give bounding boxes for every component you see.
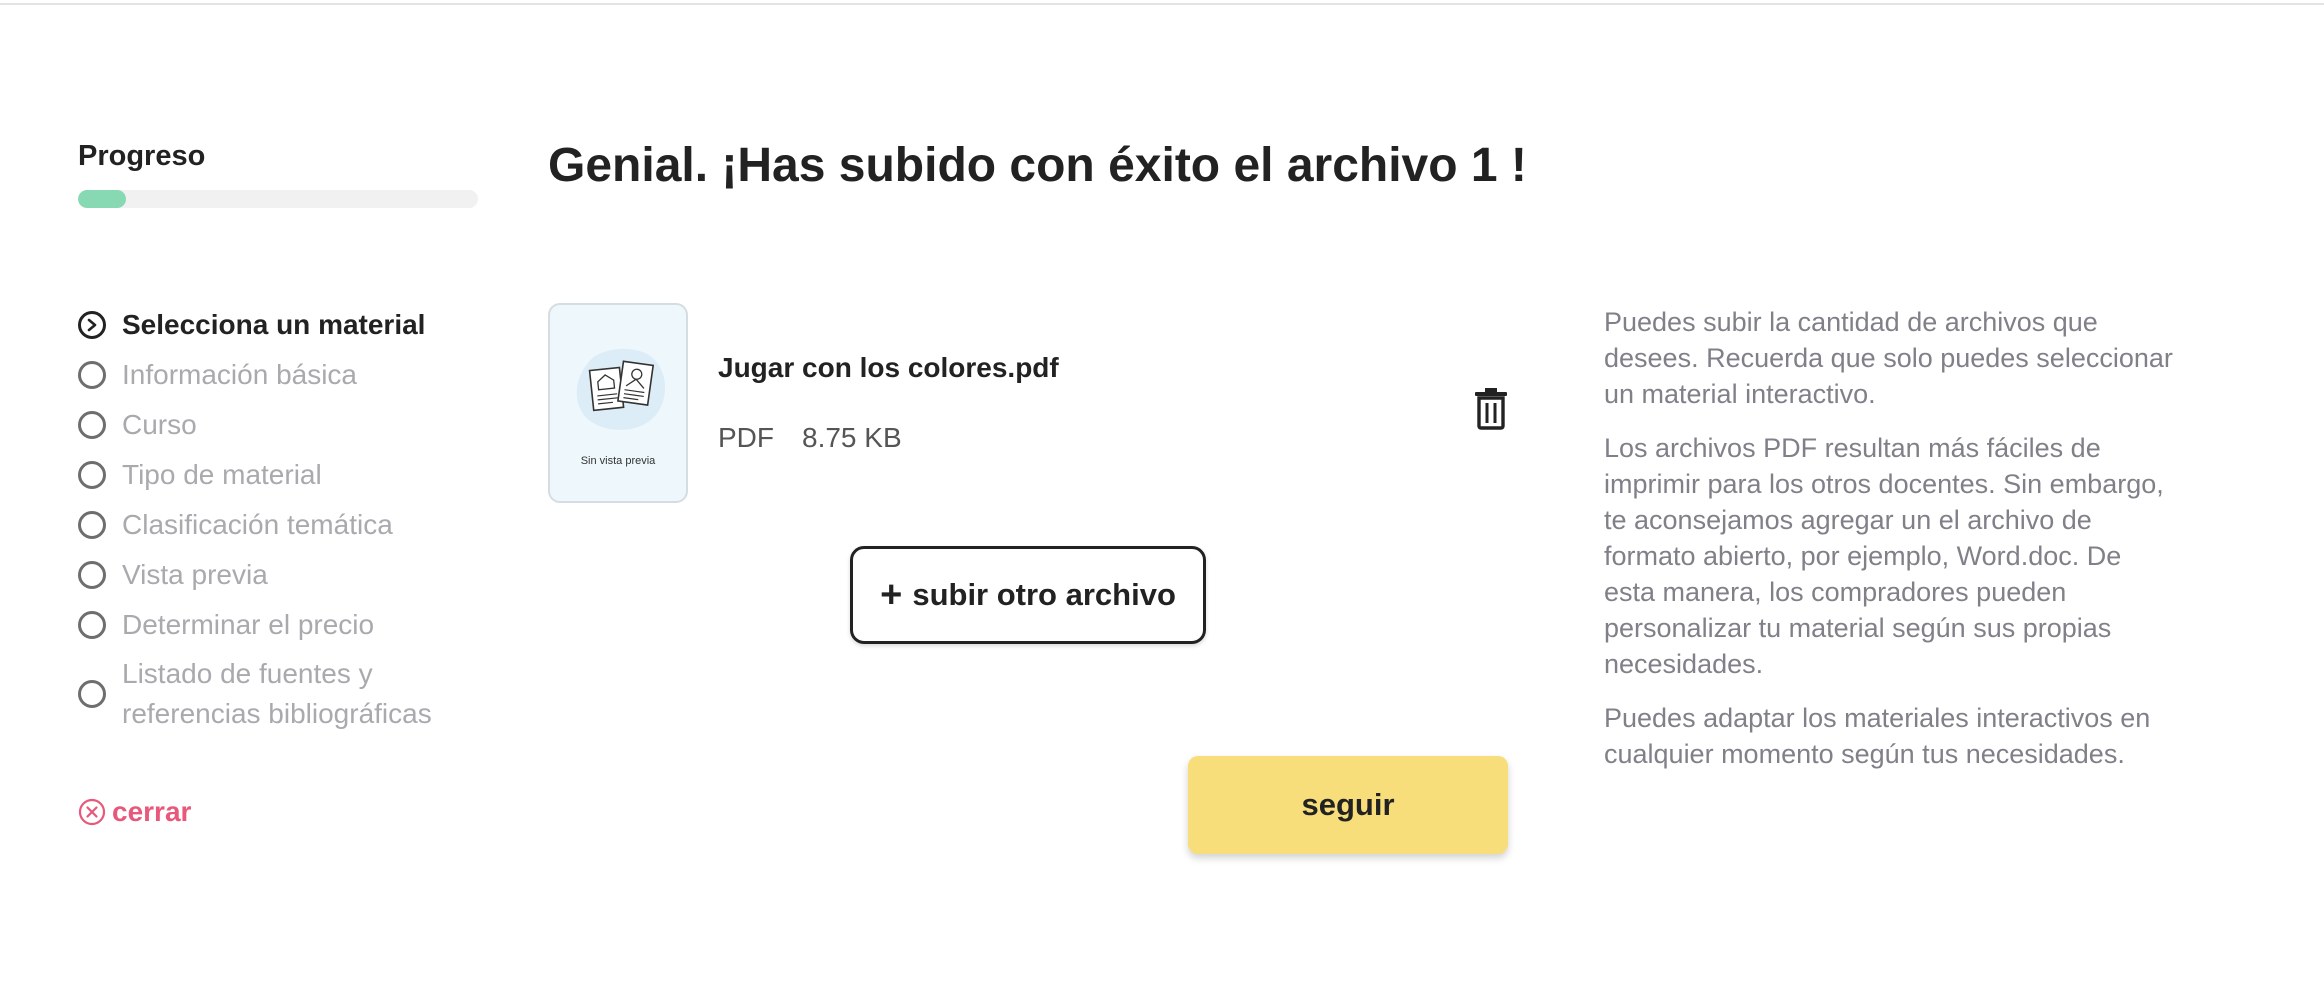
file-preview-thumbnail: Sin vista previa — [548, 303, 688, 503]
help-panel: Puedes subir la cantidad de archivos que… — [1604, 304, 2174, 790]
continue-button[interactable]: seguir — [1188, 756, 1508, 854]
step-preview[interactable]: Vista previa — [78, 550, 498, 600]
circle-icon — [78, 361, 106, 389]
step-course[interactable]: Curso — [78, 400, 498, 450]
circle-icon — [78, 611, 106, 639]
circle-icon — [78, 511, 106, 539]
step-price[interactable]: Determinar el precio — [78, 600, 498, 650]
file-meta: PDF 8.75 KB — [718, 422, 902, 454]
close-label: cerrar — [112, 796, 192, 827]
step-label: Tipo de material — [122, 459, 322, 490]
file-size: 8.75 KB — [802, 422, 902, 453]
help-paragraph: Puedes adaptar los materiales interactiv… — [1604, 703, 2151, 769]
step-label: Selecciona un material — [122, 309, 426, 340]
document-placeholder-icon — [576, 348, 666, 430]
circle-icon — [78, 680, 106, 708]
trash-icon — [1475, 388, 1507, 430]
help-paragraph: Puedes subir la cantidad de archivos que… — [1604, 307, 2173, 409]
step-label: Determinar el precio — [122, 609, 375, 640]
top-divider — [0, 0, 2324, 5]
plus-icon: + — [880, 574, 903, 616]
progress-sidebar: Progreso Selecciona un material Informac… — [78, 134, 478, 827]
delete-file-button[interactable] — [1472, 386, 1510, 430]
upload-another-label: subir otro archivo — [912, 577, 1176, 612]
step-sources[interactable]: Listado de fuentes y referencias bibliog… — [78, 650, 498, 734]
step-label: Información básica — [122, 359, 358, 390]
progress-bar — [78, 190, 478, 208]
close-circle-icon — [78, 798, 106, 826]
progress-bar-fill — [78, 190, 126, 208]
step-label: Clasificación temática — [122, 509, 393, 540]
step-select-material[interactable]: Selecciona un material — [78, 300, 498, 350]
upload-another-file-button[interactable]: + subir otro archivo — [850, 546, 1206, 644]
chevron-right-icon — [78, 311, 106, 339]
step-label: Curso — [122, 409, 197, 440]
circle-icon — [78, 411, 106, 439]
page-title: Genial. ¡Has subido con éxito el archivo… — [548, 139, 1527, 192]
help-paragraph: Los archivos PDF resultan más fáciles de… — [1604, 433, 2164, 679]
continue-label: seguir — [1301, 787, 1395, 822]
step-label: Vista previa — [122, 559, 268, 590]
step-list: Selecciona un material Información básic… — [78, 300, 498, 734]
file-name: Jugar con los colores.pdf — [718, 352, 1059, 383]
circle-icon — [78, 561, 106, 589]
file-type: PDF — [718, 422, 774, 453]
progress-title: Progreso — [78, 140, 206, 172]
step-material-type[interactable]: Tipo de material — [78, 450, 498, 500]
circle-icon — [78, 461, 106, 489]
close-button[interactable]: cerrar — [78, 796, 191, 828]
step-basic-info[interactable]: Información básica — [78, 350, 498, 400]
step-label: Listado de fuentes y referencias bibliog… — [122, 658, 432, 729]
step-thematic-classification[interactable]: Clasificación temática — [78, 500, 498, 550]
preview-caption: Sin vista previa — [580, 455, 656, 467]
